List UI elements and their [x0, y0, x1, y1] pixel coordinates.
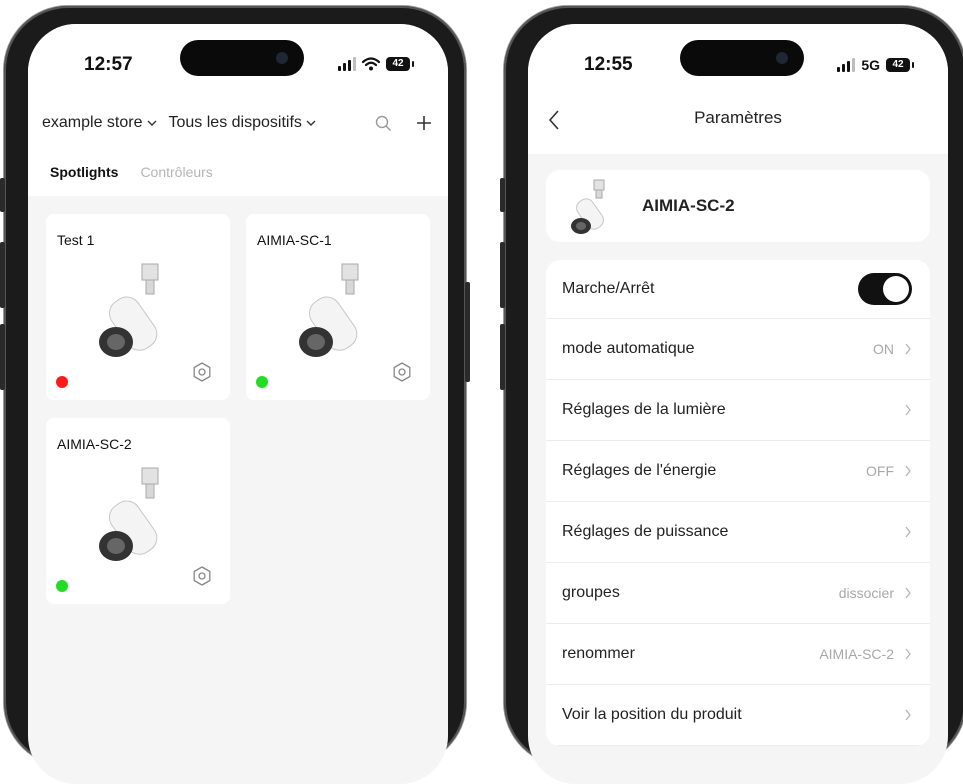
gear-icon[interactable] [392, 362, 412, 382]
gear-icon[interactable] [192, 566, 212, 586]
chevron-right-icon [905, 343, 911, 355]
chevron-down-icon [147, 120, 156, 126]
device-header-card: AIMIA-SC-2 [546, 170, 930, 242]
dynamic-island [180, 40, 304, 76]
chevron-right-icon [905, 465, 911, 477]
chevron-right-icon [905, 648, 911, 660]
settings-row-label: Marche/Arrêt [562, 280, 655, 297]
tab-bar: Spotlights Contrôleurs [50, 164, 213, 180]
store-label: example store [42, 114, 143, 131]
phone-left: 12:57 42 example store Tous les disposit… [0, 6, 470, 784]
network-type: 5G [861, 57, 880, 73]
chevron-right-icon [905, 709, 911, 721]
status-time: 12:57 [84, 54, 133, 75]
status-dot [256, 376, 268, 388]
device-card[interactable]: AIMIA-SC-1 [246, 214, 430, 400]
device-name: AIMIA-SC-1 [257, 232, 332, 248]
search-icon[interactable] [375, 115, 392, 132]
settings-row-value: OFF [866, 463, 894, 479]
device-name: AIMIA-SC-2 [642, 196, 735, 215]
spotlight-image [99, 263, 159, 357]
status-dot [56, 580, 68, 592]
top-bar: example store Tous les dispositifs Spotl… [28, 98, 448, 196]
settings-row-label: groupes [562, 584, 620, 601]
power-toggle[interactable] [858, 273, 912, 305]
device-filter-dropdown[interactable]: Tous les dispositifs [169, 114, 316, 132]
chevron-right-icon [905, 404, 911, 416]
power-button [465, 282, 470, 382]
chevron-right-icon [905, 587, 911, 599]
settings-row-product-position[interactable]: Voir la position du produit [546, 685, 930, 746]
tab-spotlights[interactable]: Spotlights [50, 164, 118, 180]
device-name: AIMIA-SC-2 [57, 436, 132, 452]
settings-row-value: ON [873, 341, 894, 357]
settings-list: Marche/Arrêt mode automatique ON Réglage… [546, 260, 930, 746]
settings-row-auto-mode[interactable]: mode automatique ON [546, 319, 930, 380]
status-dot [56, 376, 68, 388]
device-card[interactable]: Test 1 [46, 214, 230, 400]
spotlight-image [299, 263, 359, 357]
tab-controllers[interactable]: Contrôleurs [140, 164, 212, 180]
store-dropdown[interactable]: example store [42, 114, 157, 132]
volume-up-button [500, 242, 505, 308]
settings-row-power: Marche/Arrêt [546, 260, 930, 319]
dynamic-island [680, 40, 804, 76]
spotlight-image [571, 179, 605, 234]
volume-down-button [0, 324, 5, 390]
settings-row-value: dissocier [838, 585, 894, 601]
cellular-signal-icon [338, 57, 356, 71]
settings-row-rename[interactable]: renommer AIMIA-SC-2 [546, 624, 930, 685]
chevron-down-icon [306, 120, 316, 126]
settings-row-label: Réglages de l'énergie [562, 462, 717, 479]
status-bar: 12:55 5G 42 [528, 24, 948, 98]
nav-bar: Paramètres [528, 98, 948, 154]
screen-device-list: 12:57 42 example store Tous les disposit… [28, 24, 448, 784]
gear-icon[interactable] [192, 362, 212, 382]
volume-up-button [0, 242, 5, 308]
settings-row-label: Voir la position du produit [562, 706, 742, 723]
device-card[interactable]: AIMIA-SC-2 [46, 418, 230, 604]
settings-row-power-settings[interactable]: Réglages de puissance [546, 502, 930, 563]
action-button [0, 178, 5, 212]
status-time: 12:55 [584, 54, 633, 75]
settings-row-energy[interactable]: Réglages de l'énergie OFF [546, 441, 930, 502]
cellular-signal-icon [837, 58, 856, 72]
spotlight-image [99, 467, 159, 561]
device-filter-label: Tous les dispositifs [168, 114, 302, 131]
wifi-icon [362, 57, 380, 71]
screen-device-settings: 12:55 5G 42 Paramètres AIMIA-SC-2 Marche… [528, 24, 948, 784]
action-button [500, 178, 505, 212]
settings-row-light[interactable]: Réglages de la lumière [546, 380, 930, 441]
volume-down-button [500, 324, 505, 390]
settings-row-label: Réglages de puissance [562, 523, 729, 540]
settings-row-value: AIMIA-SC-2 [819, 646, 894, 662]
settings-row-label: mode automatique [562, 340, 695, 357]
battery-icon: 42 [386, 57, 414, 71]
device-name: Test 1 [57, 232, 95, 248]
chevron-right-icon [905, 526, 911, 538]
filter-row: example store Tous les dispositifs [42, 114, 432, 132]
phone-right: 12:55 5G 42 Paramètres AIMIA-SC-2 Marche… [500, 6, 963, 784]
battery-icon: 42 [886, 58, 914, 72]
status-icons: 5G 42 [837, 57, 914, 73]
settings-row-label: Réglages de la lumière [562, 401, 726, 418]
status-bar: 12:57 42 [28, 24, 448, 98]
status-icons: 42 [338, 57, 414, 71]
page-title: Paramètres [694, 108, 782, 127]
settings-row-label: renommer [562, 645, 635, 662]
plus-icon[interactable] [416, 115, 432, 131]
settings-row-groups[interactable]: groupes dissocier [546, 563, 930, 624]
